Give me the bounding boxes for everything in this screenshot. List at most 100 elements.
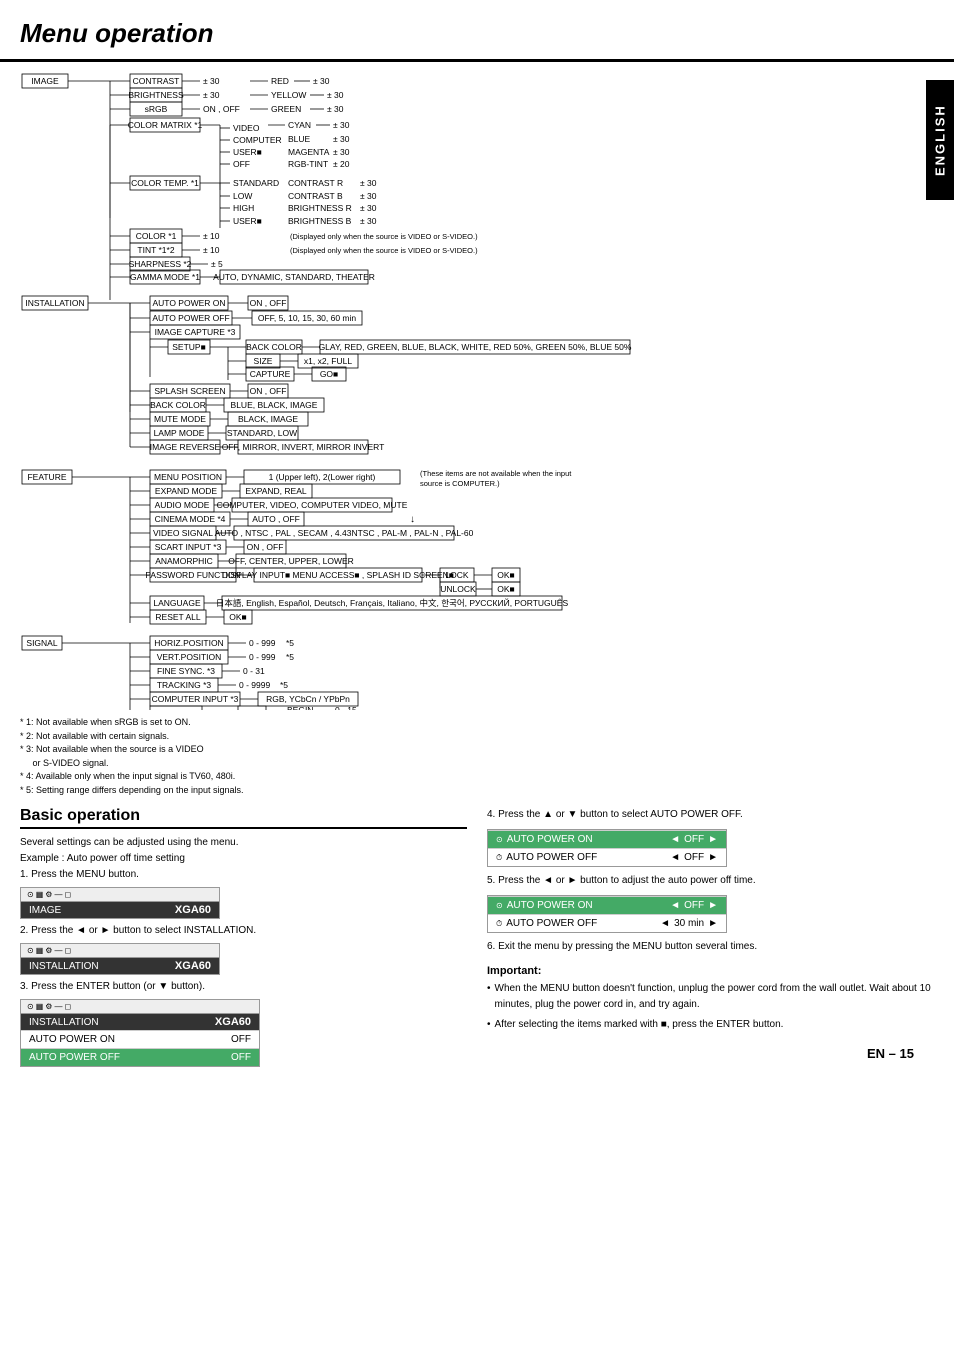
svg-text:COLOR MATRIX *1: COLOR MATRIX *1 bbox=[128, 120, 203, 130]
mockup2-bar-label: INSTALLATION bbox=[29, 961, 99, 972]
svg-text:± 30: ± 30 bbox=[360, 203, 377, 213]
svg-text:OK■: OK■ bbox=[497, 570, 514, 580]
mockup4-row2: ⏱ AUTO POWER OFF ◄ OFF ► bbox=[488, 848, 726, 866]
svg-text:HOLD *3: HOLD *3 bbox=[159, 708, 193, 710]
svg-text:± 30: ± 30 bbox=[203, 76, 220, 86]
svg-text:ON , OFF: ON , OFF bbox=[250, 298, 287, 308]
svg-text:RED: RED bbox=[271, 76, 289, 86]
mockup3-bar-label: INSTALLATION bbox=[29, 1017, 99, 1028]
bullet-dot-2: • bbox=[487, 1017, 491, 1033]
svg-text:sRGB: sRGB bbox=[145, 104, 168, 114]
mockup3-row2: AUTO POWER OFF OFF bbox=[21, 1048, 259, 1066]
important-text-2: After selecting the items marked with ■,… bbox=[495, 1017, 784, 1033]
svg-text:0 - 999: 0 - 999 bbox=[249, 652, 276, 662]
important-section: Important: • When the MENU button doesn'… bbox=[487, 963, 934, 1033]
svg-text:UNLOCK: UNLOCK bbox=[440, 584, 476, 594]
bullet-dot-1: • bbox=[487, 981, 491, 1013]
mockup3-xga: XGA60 bbox=[215, 1016, 251, 1028]
important-bullet-1: • When the MENU button doesn't function,… bbox=[487, 981, 934, 1013]
svg-text:*5: *5 bbox=[286, 652, 294, 662]
svg-text:AUTO , NTSC , PAL , SECAM , 4.: AUTO , NTSC , PAL , SECAM , 4.43NTSC , P… bbox=[215, 528, 474, 538]
mockup5-row1: ⊙ AUTO POWER ON ◄ OFF ► bbox=[488, 896, 726, 914]
step-2: 2. Press the ◄ or ► button to select INS… bbox=[20, 923, 467, 939]
svg-text:AUTO POWER ON: AUTO POWER ON bbox=[152, 298, 225, 308]
mockup2-header: INSTALLATION XGA60 bbox=[21, 958, 219, 974]
svg-text:日本語, English, Español, Deutsch: 日本語, English, Español, Deutsch, Français… bbox=[216, 597, 569, 608]
svg-text:BACK COLOR: BACK COLOR bbox=[246, 342, 302, 352]
menu-mockup-2: ⊙▦⚙—◻ INSTALLATION XGA60 bbox=[20, 943, 220, 975]
svg-text:CONTRAST: CONTRAST bbox=[133, 76, 180, 86]
mockup5-icon1: ⊙ bbox=[496, 901, 503, 910]
svg-text:EXPAND MODE: EXPAND MODE bbox=[155, 486, 218, 496]
svg-text:x1, x2, FULL: x1, x2, FULL bbox=[304, 356, 352, 366]
svg-text:0 - 999: 0 - 999 bbox=[249, 638, 276, 648]
svg-text:± 30: ± 30 bbox=[360, 216, 377, 226]
important-bullet-2: • After selecting the items marked with … bbox=[487, 1017, 934, 1033]
mockup3-icons: ⊙▦⚙—◻ bbox=[21, 1000, 259, 1014]
svg-text:VERT.POSITION: VERT.POSITION bbox=[157, 652, 222, 662]
svg-text:(These items are not available: (These items are not available when the … bbox=[420, 469, 572, 478]
svg-text:COMPUTER, VIDEO, COMPUTER VIDE: COMPUTER, VIDEO, COMPUTER VIDEO, MUTE bbox=[217, 500, 408, 510]
svg-text:YELLOW: YELLOW bbox=[271, 90, 306, 100]
svg-text:± 30: ± 30 bbox=[313, 76, 330, 86]
basic-operation-example: Example : Auto power off time setting bbox=[20, 851, 467, 867]
mockup2-icons: ⊙▦⚙—◻ bbox=[21, 944, 219, 958]
menu-diagram: IMAGE CONTRAST ± 30 RED ± 30 BRIGHTNESS … bbox=[20, 70, 930, 710]
svg-text:BLUE: BLUE bbox=[288, 134, 311, 144]
svg-text:SETUP■: SETUP■ bbox=[172, 342, 205, 352]
svg-text:RGB-TINT: RGB-TINT bbox=[288, 159, 328, 169]
basic-operation-right: 4. Press the ▲ or ▼ button to select AUT… bbox=[487, 807, 934, 1071]
svg-text:COMPUTER INPUT *3: COMPUTER INPUT *3 bbox=[152, 694, 239, 704]
note-3: * 3: Not available when the source is a … bbox=[20, 743, 934, 770]
svg-text:INSTALLATION: INSTALLATION bbox=[25, 298, 84, 308]
step-5: 5. Press the ◄ or ► button to adjust the… bbox=[487, 873, 934, 889]
svg-text:± 5: ± 5 bbox=[211, 259, 223, 269]
step-1: 1. Press the MENU button. bbox=[20, 867, 467, 883]
svg-text:GAMMA MODE *1: GAMMA MODE *1 bbox=[130, 272, 200, 282]
svg-text:HIGH: HIGH bbox=[233, 203, 254, 213]
svg-text:↓: ↓ bbox=[410, 514, 415, 525]
svg-text:BEGIN: BEGIN bbox=[287, 705, 313, 710]
svg-text:SIGNAL: SIGNAL bbox=[26, 638, 57, 648]
svg-text:VIDEO: VIDEO bbox=[233, 123, 260, 133]
svg-text:IMAGE REVERSE: IMAGE REVERSE bbox=[150, 442, 221, 452]
note-5: * 5: Setting range differs depending on … bbox=[20, 784, 934, 798]
svg-text:LOW: LOW bbox=[233, 191, 252, 201]
step-6: 6. Exit the menu by pressing the MENU bu… bbox=[487, 939, 934, 955]
mockup5-row2-value: 30 min bbox=[674, 918, 704, 929]
svg-text:COLOR *1: COLOR *1 bbox=[136, 231, 177, 241]
svg-text:ON■: ON■ bbox=[243, 708, 261, 710]
svg-text:EXPAND, REAL: EXPAND, REAL bbox=[245, 486, 307, 496]
svg-text:GO■: GO■ bbox=[320, 369, 338, 379]
svg-text:0 - 9999: 0 - 9999 bbox=[239, 680, 270, 690]
svg-text:0 - 15: 0 - 15 bbox=[335, 705, 357, 710]
svg-text:TRACKING *3: TRACKING *3 bbox=[157, 680, 212, 690]
basic-operation-title: Basic operation bbox=[20, 807, 467, 829]
mockup4-icon1: ⊙ bbox=[496, 835, 503, 844]
svg-text:RESET ALL: RESET ALL bbox=[155, 612, 200, 622]
mockup4-arrow-right2: ► bbox=[708, 852, 718, 863]
svg-text:CAPTURE: CAPTURE bbox=[250, 369, 291, 379]
mockup3-row1: AUTO POWER ON OFF bbox=[21, 1030, 259, 1048]
svg-text:(Displayed only when the sourc: (Displayed only when the source is VIDEO… bbox=[290, 246, 478, 255]
svg-text:USER■: USER■ bbox=[233, 147, 262, 157]
mockup5-arrow-left2: ◄ bbox=[660, 918, 670, 929]
svg-text:AUDIO MODE: AUDIO MODE bbox=[155, 500, 210, 510]
menu-mockup-4: ⊙ AUTO POWER ON ◄ OFF ► ⏱ AUTO POWER OFF bbox=[487, 829, 727, 867]
notes-section: * 1: Not available when sRGB is set to O… bbox=[20, 716, 934, 797]
svg-text:SIZE: SIZE bbox=[254, 356, 273, 366]
note-1: * 1: Not available when sRGB is set to O… bbox=[20, 716, 934, 730]
page-title: Menu operation bbox=[0, 0, 954, 62]
svg-text:GREEN: GREEN bbox=[271, 104, 301, 114]
svg-text:GLAY, RED, GREEN, BLUE, BLACK,: GLAY, RED, GREEN, BLUE, BLACK, WHITE, RE… bbox=[319, 342, 632, 352]
svg-text:BRIGHTNESS B: BRIGHTNESS B bbox=[288, 216, 352, 226]
mockup5-arrow-right: ► bbox=[708, 900, 718, 911]
svg-text:STANDARD, LOW: STANDARD, LOW bbox=[227, 428, 297, 438]
svg-text:± 30: ± 30 bbox=[360, 191, 377, 201]
page-number: EN – 15 bbox=[867, 1046, 914, 1061]
mockup3-row1-value: OFF bbox=[231, 1034, 251, 1045]
svg-text:± 30: ± 30 bbox=[333, 134, 350, 144]
mockup1-bar-label: IMAGE bbox=[29, 905, 61, 916]
mockup4-row1-label: AUTO POWER ON bbox=[507, 834, 593, 845]
svg-text:± 10: ± 10 bbox=[203, 245, 220, 255]
